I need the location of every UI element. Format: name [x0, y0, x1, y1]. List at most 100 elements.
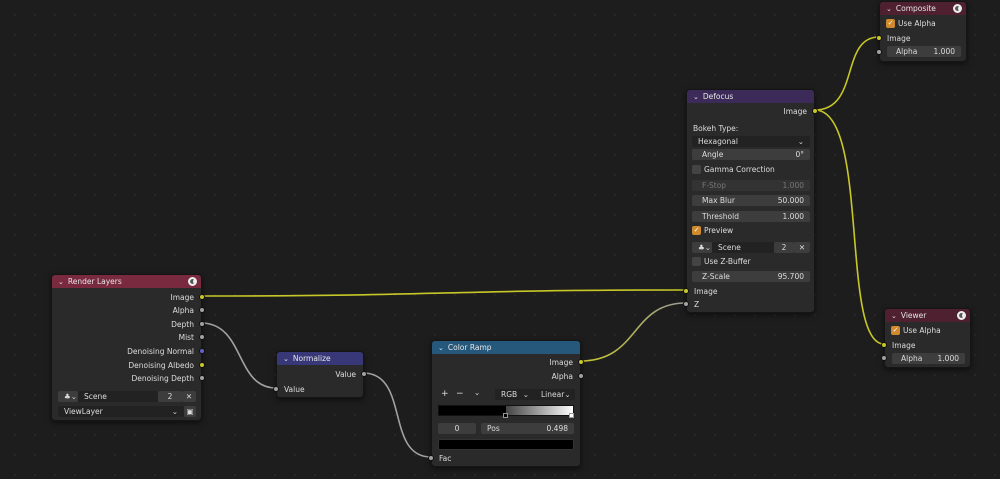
socket[interactable]: [812, 108, 818, 114]
node-header[interactable]: ⌄ Composite: [880, 2, 966, 15]
angle-field[interactable]: Angle 0°: [692, 149, 810, 160]
collapse-chevron-icon[interactable]: ⌄: [58, 278, 64, 286]
socket[interactable]: [683, 301, 689, 307]
scene-browse-button[interactable]: ♣⌄: [692, 242, 712, 253]
use-zbuffer-checkbox[interactable]: Use Z-Buffer: [692, 257, 751, 266]
alpha-socket[interactable]: [881, 355, 887, 361]
chevron-down-icon: ⌄: [522, 390, 529, 399]
node-header[interactable]: ⌄ Defocus: [687, 90, 814, 103]
field-label: Z-Scale: [702, 272, 730, 281]
color-mode-value: RGB: [501, 390, 518, 399]
color-mode-dropdown[interactable]: RGB ⌄: [495, 389, 535, 400]
socket[interactable]: [361, 371, 367, 377]
render-layer-button[interactable]: ▣: [184, 406, 196, 417]
socket-label: Mist: [178, 332, 194, 342]
socket[interactable]: [881, 342, 887, 348]
socket[interactable]: [199, 375, 205, 381]
alpha-field[interactable]: Alpha 1.000: [887, 46, 961, 57]
socket[interactable]: [683, 288, 689, 294]
interpolation-value: Linear: [541, 390, 565, 399]
node-header[interactable]: ⌄ Color Ramp: [432, 341, 580, 354]
viewer-node[interactable]: ⌄ Viewer ✓ Use Alpha Image Alpha 1.000: [881, 308, 971, 368]
use-alpha-checkbox[interactable]: ✓ Use Alpha: [886, 19, 936, 28]
input-image: Image: [881, 339, 970, 351]
socket[interactable]: [199, 294, 205, 300]
link-defocus-to-composite: [814, 36, 880, 111]
render-icon[interactable]: [953, 4, 962, 13]
stop-index-value: 0: [454, 424, 460, 433]
field-value: 0°: [795, 150, 804, 159]
socket[interactable]: [199, 307, 205, 313]
checkmark-icon[interactable]: ✓: [886, 19, 895, 28]
socket[interactable]: [273, 386, 279, 392]
socket[interactable]: [876, 35, 882, 41]
collapse-chevron-icon[interactable]: ⌄: [886, 5, 892, 13]
view-layer-dropdown[interactable]: ViewLayer ⌄: [58, 406, 184, 417]
input-image: Image: [683, 285, 814, 297]
scene-users[interactable]: 2: [774, 242, 794, 253]
collapse-chevron-icon[interactable]: ⌄: [693, 93, 699, 101]
socket[interactable]: [199, 348, 205, 354]
socket[interactable]: [199, 362, 205, 368]
render-layers-node[interactable]: ⌄ Render Layers Image Alpha Depth Mist De…: [51, 274, 205, 421]
gamma-correction-checkbox[interactable]: Gamma Correction: [692, 165, 775, 174]
interpolation-dropdown[interactable]: Linear ⌄: [535, 389, 575, 400]
socket[interactable]: [578, 373, 584, 379]
add-stop-button[interactable]: +: [441, 389, 449, 399]
socket[interactable]: [428, 455, 434, 461]
node-header[interactable]: ⌄ Render Layers: [52, 275, 201, 288]
alpha-socket[interactable]: [876, 49, 882, 55]
bokeh-type-value: Hexagonal: [698, 137, 738, 146]
checkmark-icon[interactable]: ✓: [692, 226, 701, 235]
users-count: 2: [781, 243, 787, 252]
threshold-field[interactable]: Threshold 1.000: [692, 211, 810, 222]
normalize-node[interactable]: ⌄ Normalize Value Value: [273, 351, 367, 398]
close-icon: ✕: [185, 392, 193, 401]
unlink-scene-button[interactable]: ✕: [794, 242, 810, 253]
field-value: 1.000: [937, 354, 959, 363]
output-depth: Depth: [52, 318, 205, 330]
node-title: Color Ramp: [447, 343, 492, 352]
input-image: Image: [876, 32, 966, 44]
socket[interactable]: [199, 334, 205, 340]
render-icon[interactable]: [188, 277, 197, 286]
remove-stop-button[interactable]: −: [456, 389, 464, 399]
alpha-field[interactable]: Alpha 1.000: [892, 353, 965, 364]
collapse-chevron-icon[interactable]: ⌄: [283, 355, 289, 363]
stop-color-swatch[interactable]: [438, 439, 574, 450]
color-stop-handle[interactable]: [569, 413, 574, 418]
stop-position-field[interactable]: Pos 0.498: [481, 423, 574, 434]
socket[interactable]: [578, 359, 584, 365]
bokeh-type-dropdown[interactable]: Hexagonal ⌄: [692, 136, 810, 147]
input-value: Value: [273, 383, 363, 395]
render-icon[interactable]: [957, 311, 966, 320]
socket-label: Image: [170, 292, 195, 302]
checkbox[interactable]: [692, 257, 701, 266]
use-alpha-checkbox[interactable]: ✓ Use Alpha: [891, 326, 941, 335]
checkmark-icon[interactable]: ✓: [891, 326, 900, 335]
color-stop-handle[interactable]: [503, 413, 508, 418]
output-image: Image: [432, 356, 584, 368]
scene-name: Scene: [718, 243, 741, 252]
socket[interactable]: [199, 321, 205, 327]
max-blur-field[interactable]: Max Blur 50.000: [692, 195, 810, 206]
z-scale-field[interactable]: Z-Scale 95.700: [692, 271, 810, 282]
collapse-chevron-icon[interactable]: ⌄: [438, 344, 444, 352]
collapse-chevron-icon[interactable]: ⌄: [891, 312, 897, 320]
defocus-node[interactable]: ⌄ Defocus Image Bokeh Type: Hexagonal ⌄ An…: [683, 89, 818, 313]
preview-checkbox[interactable]: ✓ Preview: [692, 226, 733, 235]
scene-browse-button[interactable]: ♣⌄: [58, 391, 78, 402]
scene-name-field[interactable]: Scene: [78, 391, 158, 402]
ramp-menu-button[interactable]: ⌄: [474, 388, 480, 397]
scene-name-field[interactable]: Scene: [712, 242, 774, 253]
node-header[interactable]: ⌄ Viewer: [885, 309, 970, 322]
active-stop-index[interactable]: 0: [438, 423, 476, 434]
composite-node[interactable]: ⌄ Composite ✓ Use Alpha Image Alpha 1.000: [876, 1, 967, 62]
checkbox-label: Use Alpha: [898, 19, 936, 28]
unlink-scene-button[interactable]: ✕: [182, 391, 196, 402]
color-ramp-node[interactable]: ⌄ Color Ramp Image Alpha + − ⌄ RGB ⌄ Linea…: [428, 340, 584, 467]
node-title: Normalize: [292, 354, 331, 363]
node-header[interactable]: ⌄ Normalize: [277, 352, 363, 365]
scene-users[interactable]: 2: [158, 391, 182, 402]
checkbox[interactable]: [692, 165, 701, 174]
